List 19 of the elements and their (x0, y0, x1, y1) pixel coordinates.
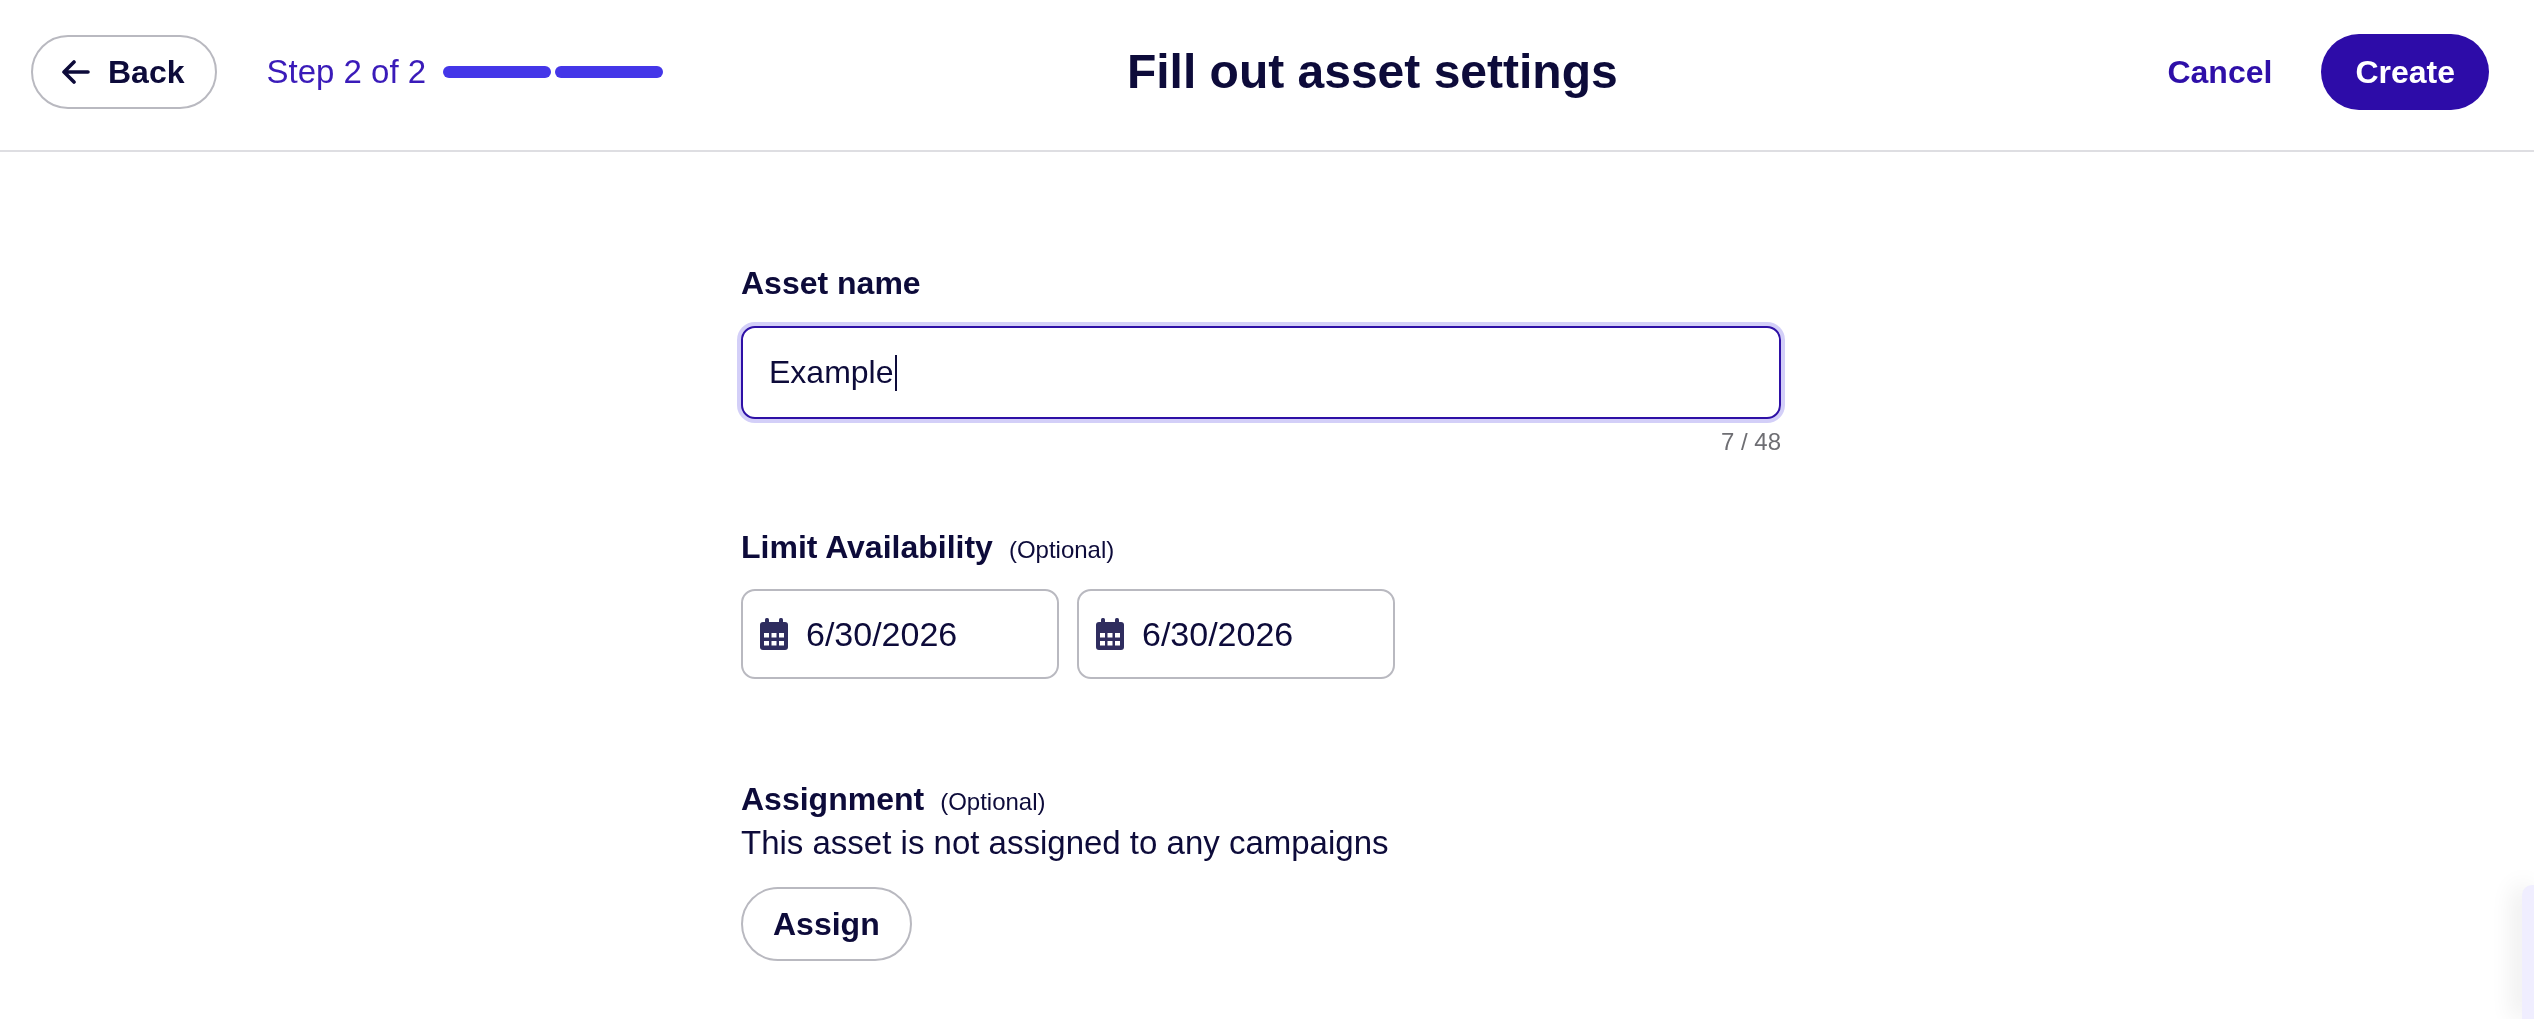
back-button[interactable]: Back (31, 35, 217, 109)
step-indicator: Step 2 of 2 (266, 52, 427, 92)
field-label: Asset name (741, 264, 921, 302)
cancel-button[interactable]: Cancel (2167, 52, 2273, 92)
date-field[interactable]: 6/30/2026 (741, 589, 1059, 679)
calendar-icon (1096, 618, 1124, 650)
field-label: Limit Availability (741, 528, 993, 566)
field-label: Assignment (741, 780, 925, 818)
optional-note: (Optional) (940, 787, 1046, 817)
text-cursor-icon (894, 354, 897, 391)
assignment-status-text: This asset is not assigned to any campaigns (741, 823, 1389, 863)
assign-button[interactable]: Assign (741, 887, 912, 961)
arrow-left-icon (62, 60, 90, 84)
calendar-icon (760, 618, 788, 650)
date-field[interactable]: 6/30/2026 (1077, 589, 1395, 679)
page-title: Fill out asset settings (1126, 44, 1618, 100)
optional-note: (Optional) (1008, 535, 1115, 565)
create-button[interactable]: Create (2321, 34, 2489, 110)
character-counter: 7 / 48 (1720, 427, 1781, 456)
